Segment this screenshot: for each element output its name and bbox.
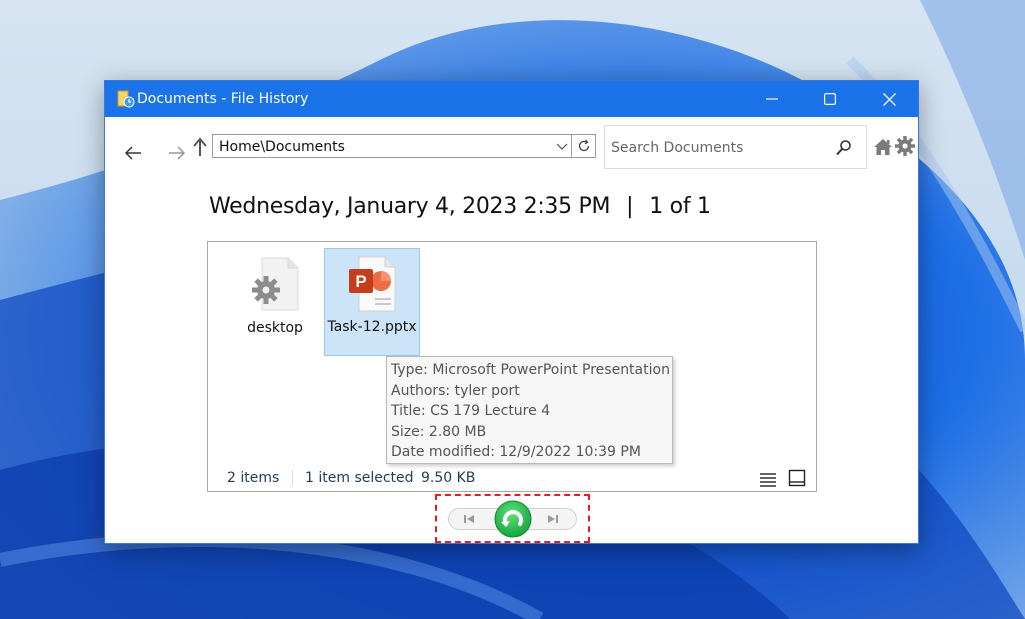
snapshot-position: 1 of 1 <box>649 194 711 219</box>
heading-separator: | <box>626 194 634 219</box>
arrow-left-icon <box>124 146 141 160</box>
restore-controls-highlight <box>435 494 590 543</box>
maximize-icon <box>824 93 836 105</box>
status-bar: 2 items 1 item selected 9.50 KB <box>208 466 816 490</box>
refresh-icon <box>578 139 589 152</box>
file-item-task-12[interactable]: P Task-12.pptx <box>324 248 420 356</box>
home-icon[interactable] <box>872 136 894 158</box>
search-icon[interactable] <box>835 139 853 157</box>
forward-button[interactable] <box>165 141 189 165</box>
file-name: Task-12.pptx <box>327 319 417 335</box>
close-icon <box>882 92 896 106</box>
tooltip-type: Type: Microsoft PowerPoint Presentation <box>391 362 670 378</box>
snapshot-heading: Wednesday, January 4, 2023 2:35 PM | 1 of … <box>209 194 711 219</box>
search-box[interactable] <box>604 125 867 169</box>
search-input[interactable] <box>609 136 833 160</box>
chevron-down-icon[interactable] <box>555 140 569 152</box>
powerpoint-file-icon: P <box>349 256 396 312</box>
file-info-tooltip: Type: Microsoft PowerPoint Presentation … <box>386 356 673 464</box>
file-name: desktop <box>247 320 303 336</box>
title-bar[interactable]: Documents - File History <box>105 81 918 117</box>
item-count: 2 items <box>227 470 280 486</box>
file-history-window: Documents - File History Home\Documents <box>104 80 919 544</box>
large-icons-view-icon[interactable] <box>788 469 806 487</box>
close-button[interactable] <box>860 81 918 117</box>
tooltip-date-modified: Date modified: 12/9/2022 10:39 PM <box>391 444 641 461</box>
file-item-desktop[interactable]: desktop <box>228 248 324 356</box>
tooltip-size: Size: 2.80 MB <box>391 423 487 440</box>
address-bar[interactable]: Home\Documents <box>212 134 572 158</box>
minimize-icon <box>766 98 778 100</box>
settings-file-icon <box>252 257 299 311</box>
svg-text:P: P <box>355 272 366 291</box>
arrow-up-icon <box>193 137 207 156</box>
status-divider <box>292 470 293 486</box>
tooltip-title: Title: CS 179 Lecture 4 <box>391 403 551 420</box>
back-button[interactable] <box>121 141 145 165</box>
tooltip-authors: Authors: tyler port <box>391 382 520 399</box>
gear-icon[interactable] <box>894 135 916 157</box>
arrow-right-icon <box>169 146 186 160</box>
selection-count: 1 item selected <box>305 470 414 486</box>
snapshot-date: Wednesday, January 4, 2023 2:35 PM <box>209 194 611 219</box>
file-history-icon <box>117 90 135 108</box>
minimize-button[interactable] <box>743 81 801 117</box>
up-button[interactable] <box>191 135 209 159</box>
maximize-button[interactable] <box>801 81 859 117</box>
address-path: Home\Documents <box>219 139 345 155</box>
selection-size: 9.50 KB <box>421 470 476 486</box>
refresh-button[interactable] <box>572 134 596 158</box>
details-view-icon[interactable] <box>759 470 777 488</box>
window-title: Documents - File History <box>137 91 309 107</box>
